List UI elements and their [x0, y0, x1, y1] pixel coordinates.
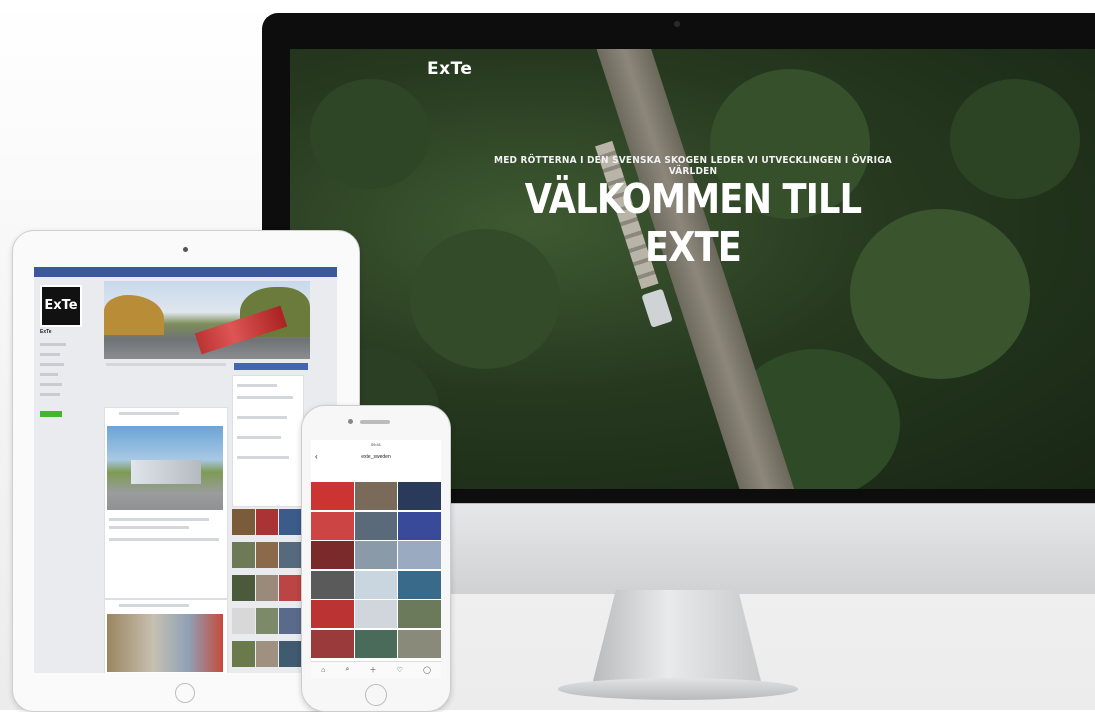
send-message-button[interactable] — [234, 363, 308, 370]
post-actions[interactable] — [109, 538, 219, 541]
sidebar-nav-item[interactable] — [40, 363, 64, 366]
page-actions-bar[interactable] — [106, 363, 226, 366]
hero-subtitle: MED RÖTTERNA I DEN SVENSKA SKOGEN LEDER … — [494, 155, 892, 177]
create-page-button[interactable] — [40, 411, 62, 417]
page-name[interactable]: ExTe — [40, 329, 52, 335]
iphone-home-button[interactable] — [365, 684, 387, 706]
sidebar-nav-item[interactable] — [40, 383, 62, 386]
post-text — [109, 518, 209, 521]
ipad-camera — [183, 247, 188, 252]
forest-tree — [850, 209, 1030, 379]
instagram-tab-bar: ⌂ ⌕ ＋ ♡ ◯ — [311, 661, 441, 678]
status-time: 09:41 — [370, 442, 381, 447]
sidebar-nav-item[interactable] — [40, 353, 60, 356]
post-header — [119, 412, 179, 415]
ipad-home-button[interactable] — [175, 683, 195, 703]
profile-picture[interactable]: ExTe — [40, 285, 82, 327]
imac-camera — [674, 21, 680, 27]
exte-logo[interactable]: ExTe — [427, 59, 472, 79]
home-icon[interactable]: ⌂ — [321, 667, 325, 674]
imac-stand-base — [558, 678, 798, 700]
profile-icon[interactable]: ◯ — [423, 666, 431, 674]
iphone-speaker — [360, 420, 390, 424]
imac-stand — [592, 590, 762, 685]
instagram-photo-grid[interactable] — [311, 482, 441, 658]
facebook-page: ExTe ExTe — [34, 267, 337, 673]
cover-photo[interactable] — [104, 281, 310, 359]
about-panel — [232, 375, 304, 507]
forest-tree — [310, 79, 430, 189]
iphone-device: 09:41 ‹ exte_sweden ⌂ ⌕ ＋ ♡ ◯ — [301, 405, 451, 712]
forest-tree — [950, 79, 1080, 199]
post-card — [104, 599, 228, 673]
heart-icon[interactable]: ♡ — [397, 666, 403, 674]
post-card — [104, 407, 228, 599]
instagram-username: exte_sweden — [361, 454, 391, 460]
facebook-sidebar: ExTe ExTe — [36, 281, 102, 673]
add-icon[interactable]: ＋ — [370, 665, 377, 675]
sidebar-nav-item[interactable] — [40, 343, 66, 346]
iphone-camera — [348, 419, 353, 424]
search-icon[interactable]: ⌕ — [345, 666, 349, 674]
instagram-profile: 09:41 ‹ exte_sweden ⌂ ⌕ ＋ ♡ ◯ — [311, 440, 441, 678]
hero-title: VÄLKOMMEN TILL EXTE — [524, 175, 862, 271]
post-text — [109, 526, 189, 529]
sidebar-nav-item[interactable] — [40, 373, 58, 376]
post-header — [119, 604, 189, 607]
post-photo[interactable] — [107, 614, 223, 672]
sidebar-nav-item[interactable] — [40, 393, 60, 396]
post-photo[interactable] — [107, 426, 223, 510]
photos-grid[interactable] — [232, 509, 302, 673]
facebook-top-bar — [34, 267, 337, 277]
